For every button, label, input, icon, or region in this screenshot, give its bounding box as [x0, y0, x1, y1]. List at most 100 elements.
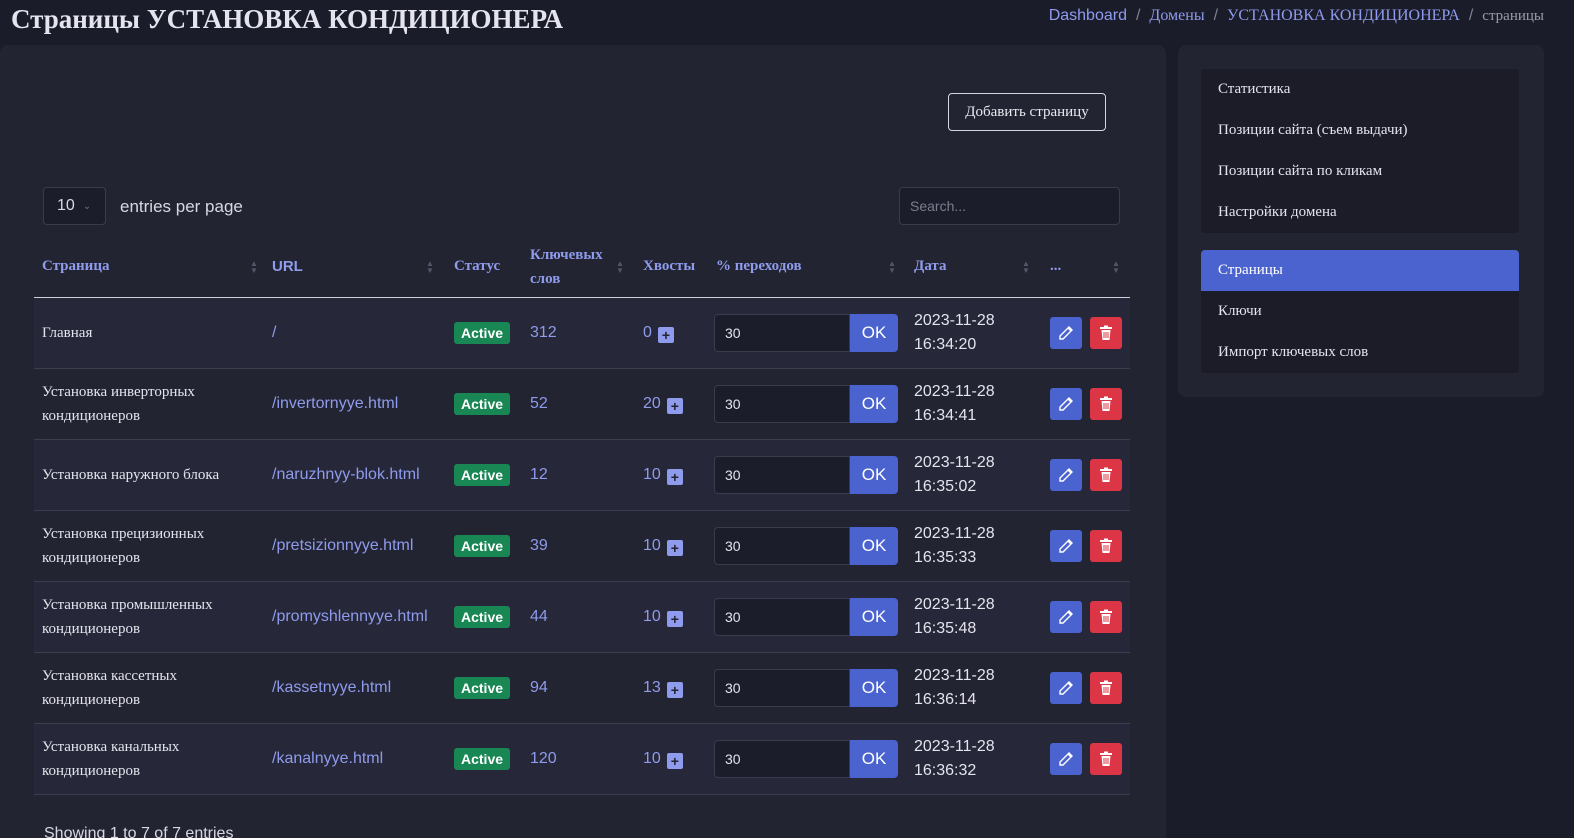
pencil-icon	[1059, 326, 1073, 340]
edit-button[interactable]	[1050, 743, 1082, 775]
ok-button[interactable]: OK	[850, 740, 898, 778]
plus-icon[interactable]: +	[666, 397, 683, 414]
sidebar-item-import-keywords[interactable]: Импорт ключевых слов	[1201, 332, 1519, 373]
delete-button[interactable]	[1090, 743, 1122, 775]
ok-button[interactable]: OK	[850, 669, 898, 707]
sidebar-item-positions-clicks[interactable]: Позиции сайта по кликам	[1201, 151, 1519, 192]
page-name: Установка инверторных кондиционеров	[42, 384, 195, 424]
keywords-count-link[interactable]: 44	[530, 608, 548, 626]
sidebar-item-keys[interactable]: Ключи	[1201, 291, 1519, 332]
percent-input[interactable]	[714, 385, 850, 423]
edit-button[interactable]	[1050, 530, 1082, 562]
breadcrumb-domain[interactable]: УСТАНОВКА КОНДИЦИОНЕРА	[1227, 7, 1460, 25]
table-info: Showing 1 to 7 of 7 entries	[44, 825, 234, 838]
ok-button[interactable]: OK	[850, 456, 898, 494]
page-url-link[interactable]: /naruzhnyy-blok.html	[272, 466, 420, 484]
breadcrumb-separator: /	[1468, 7, 1474, 24]
percent-input[interactable]	[714, 598, 850, 636]
page-url-link[interactable]: /invertornyye.html	[272, 395, 398, 413]
delete-button[interactable]	[1090, 601, 1122, 633]
delete-button[interactable]	[1090, 388, 1122, 420]
edit-button[interactable]	[1050, 388, 1082, 420]
page-url-link[interactable]: /kassetnyye.html	[272, 679, 391, 697]
plus-icon[interactable]: +	[666, 539, 683, 556]
tails-count-link[interactable]: 10	[643, 466, 661, 484]
column-header-tails[interactable]: Хвосты	[643, 235, 713, 298]
table-row: Установка канальных кондиционеров /kanal…	[34, 724, 1130, 795]
plus-icon[interactable]: +	[666, 752, 683, 769]
keywords-count-link[interactable]: 52	[530, 395, 548, 413]
tails-count-link[interactable]: 20	[643, 395, 661, 413]
page-name: Установка прецизионных кондиционеров	[42, 526, 205, 566]
sidebar-item-statistics[interactable]: Статистика	[1201, 69, 1519, 110]
sort-icon: ▲ ▼	[1112, 258, 1120, 275]
date: 2023-11-28	[914, 312, 995, 329]
ok-button[interactable]: OK	[850, 598, 898, 636]
tails-count-link[interactable]: 10	[643, 608, 661, 626]
page-title: Страницы УСТАНОВКА КОНДИЦИОНЕРА	[11, 4, 564, 34]
column-header-date[interactable]: Дата ▲ ▼	[914, 235, 1034, 298]
per-page-select[interactable]: 10 ⌄	[43, 187, 106, 225]
keywords-count-link[interactable]: 39	[530, 537, 548, 555]
table-header: Страница ▲ ▼ URL ▲ ▼ Статус Ключевых слов …	[34, 235, 1130, 298]
edit-button[interactable]	[1050, 317, 1082, 349]
delete-button[interactable]	[1090, 530, 1122, 562]
tails-count-link[interactable]: 10	[643, 537, 661, 555]
column-header-percent[interactable]: % переходов ▲ ▼	[716, 235, 902, 298]
column-header-status[interactable]: Статус	[454, 235, 524, 298]
sidebar-item-domain-settings[interactable]: Настройки домена	[1201, 192, 1519, 233]
ok-button[interactable]: OK	[850, 314, 898, 352]
ok-button[interactable]: OK	[850, 527, 898, 565]
time: 16:35:48	[914, 620, 977, 637]
percent-input[interactable]	[714, 669, 850, 707]
edit-button[interactable]	[1050, 601, 1082, 633]
sidebar: Статистика Позиции сайта (съем выдачи) П…	[1178, 45, 1544, 397]
percent-input[interactable]	[714, 740, 850, 778]
delete-button[interactable]	[1090, 459, 1122, 491]
column-header-page[interactable]: Страница ▲ ▼	[42, 235, 262, 298]
table-row: Установка наружного блока /naruzhnyy-blo…	[34, 440, 1130, 511]
tails-count-link[interactable]: 10	[643, 750, 661, 768]
status-badge: Active	[454, 606, 511, 628]
time: 16:36:32	[914, 762, 977, 779]
keywords-count-link[interactable]: 312	[530, 324, 557, 342]
plus-icon[interactable]: +	[666, 681, 683, 698]
sidebar-item-pages[interactable]: Страницы	[1201, 250, 1519, 291]
plus-icon[interactable]: +	[657, 326, 674, 343]
page-url-link[interactable]: /kanalnyye.html	[272, 750, 383, 768]
tails-count-link[interactable]: 0	[643, 324, 652, 342]
breadcrumb-domains[interactable]: Домены	[1149, 7, 1204, 25]
search-input[interactable]	[899, 187, 1120, 225]
plus-icon[interactable]: +	[666, 468, 683, 485]
add-page-button[interactable]: Добавить страницу	[948, 93, 1106, 131]
edit-button[interactable]	[1050, 672, 1082, 704]
page-url-link[interactable]: /pretsizionnyye.html	[272, 537, 413, 555]
percent-input[interactable]	[714, 456, 850, 494]
percent-input[interactable]	[714, 527, 850, 565]
page-url-link[interactable]: /	[272, 324, 276, 342]
pencil-icon	[1059, 610, 1073, 624]
breadcrumb: Dashboard / Домены / УСТАНОВКА КОНДИЦИОН…	[1049, 7, 1544, 25]
date: 2023-11-28	[914, 454, 995, 471]
ok-button[interactable]: OK	[850, 385, 898, 423]
plus-icon[interactable]: +	[666, 610, 683, 627]
edit-button[interactable]	[1050, 459, 1082, 491]
keywords-count-link[interactable]: 12	[530, 466, 548, 484]
trash-icon	[1100, 680, 1112, 695]
column-header-url[interactable]: URL ▲ ▼	[272, 235, 442, 298]
delete-button[interactable]	[1090, 672, 1122, 704]
keywords-count-link[interactable]: 120	[530, 750, 557, 768]
page-url-link[interactable]: /promyshlennyye.html	[272, 608, 428, 626]
column-header-actions[interactable]: ... ▲ ▼	[1050, 235, 1122, 298]
delete-button[interactable]	[1090, 317, 1122, 349]
keywords-count-link[interactable]: 94	[530, 679, 548, 697]
sidebar-item-positions[interactable]: Позиции сайта (съем выдачи)	[1201, 110, 1519, 151]
percent-input[interactable]	[714, 314, 850, 352]
status-badge: Active	[454, 393, 511, 415]
breadcrumb-dashboard[interactable]: Dashboard	[1049, 7, 1127, 25]
trash-icon	[1100, 538, 1112, 553]
page-name: Установка промышленных кондиционеров	[42, 597, 213, 637]
column-header-keys[interactable]: Ключевых слов ▲ ▼	[530, 235, 630, 298]
sort-icon: ▲ ▼	[1022, 258, 1030, 275]
tails-count-link[interactable]: 13	[643, 679, 661, 697]
